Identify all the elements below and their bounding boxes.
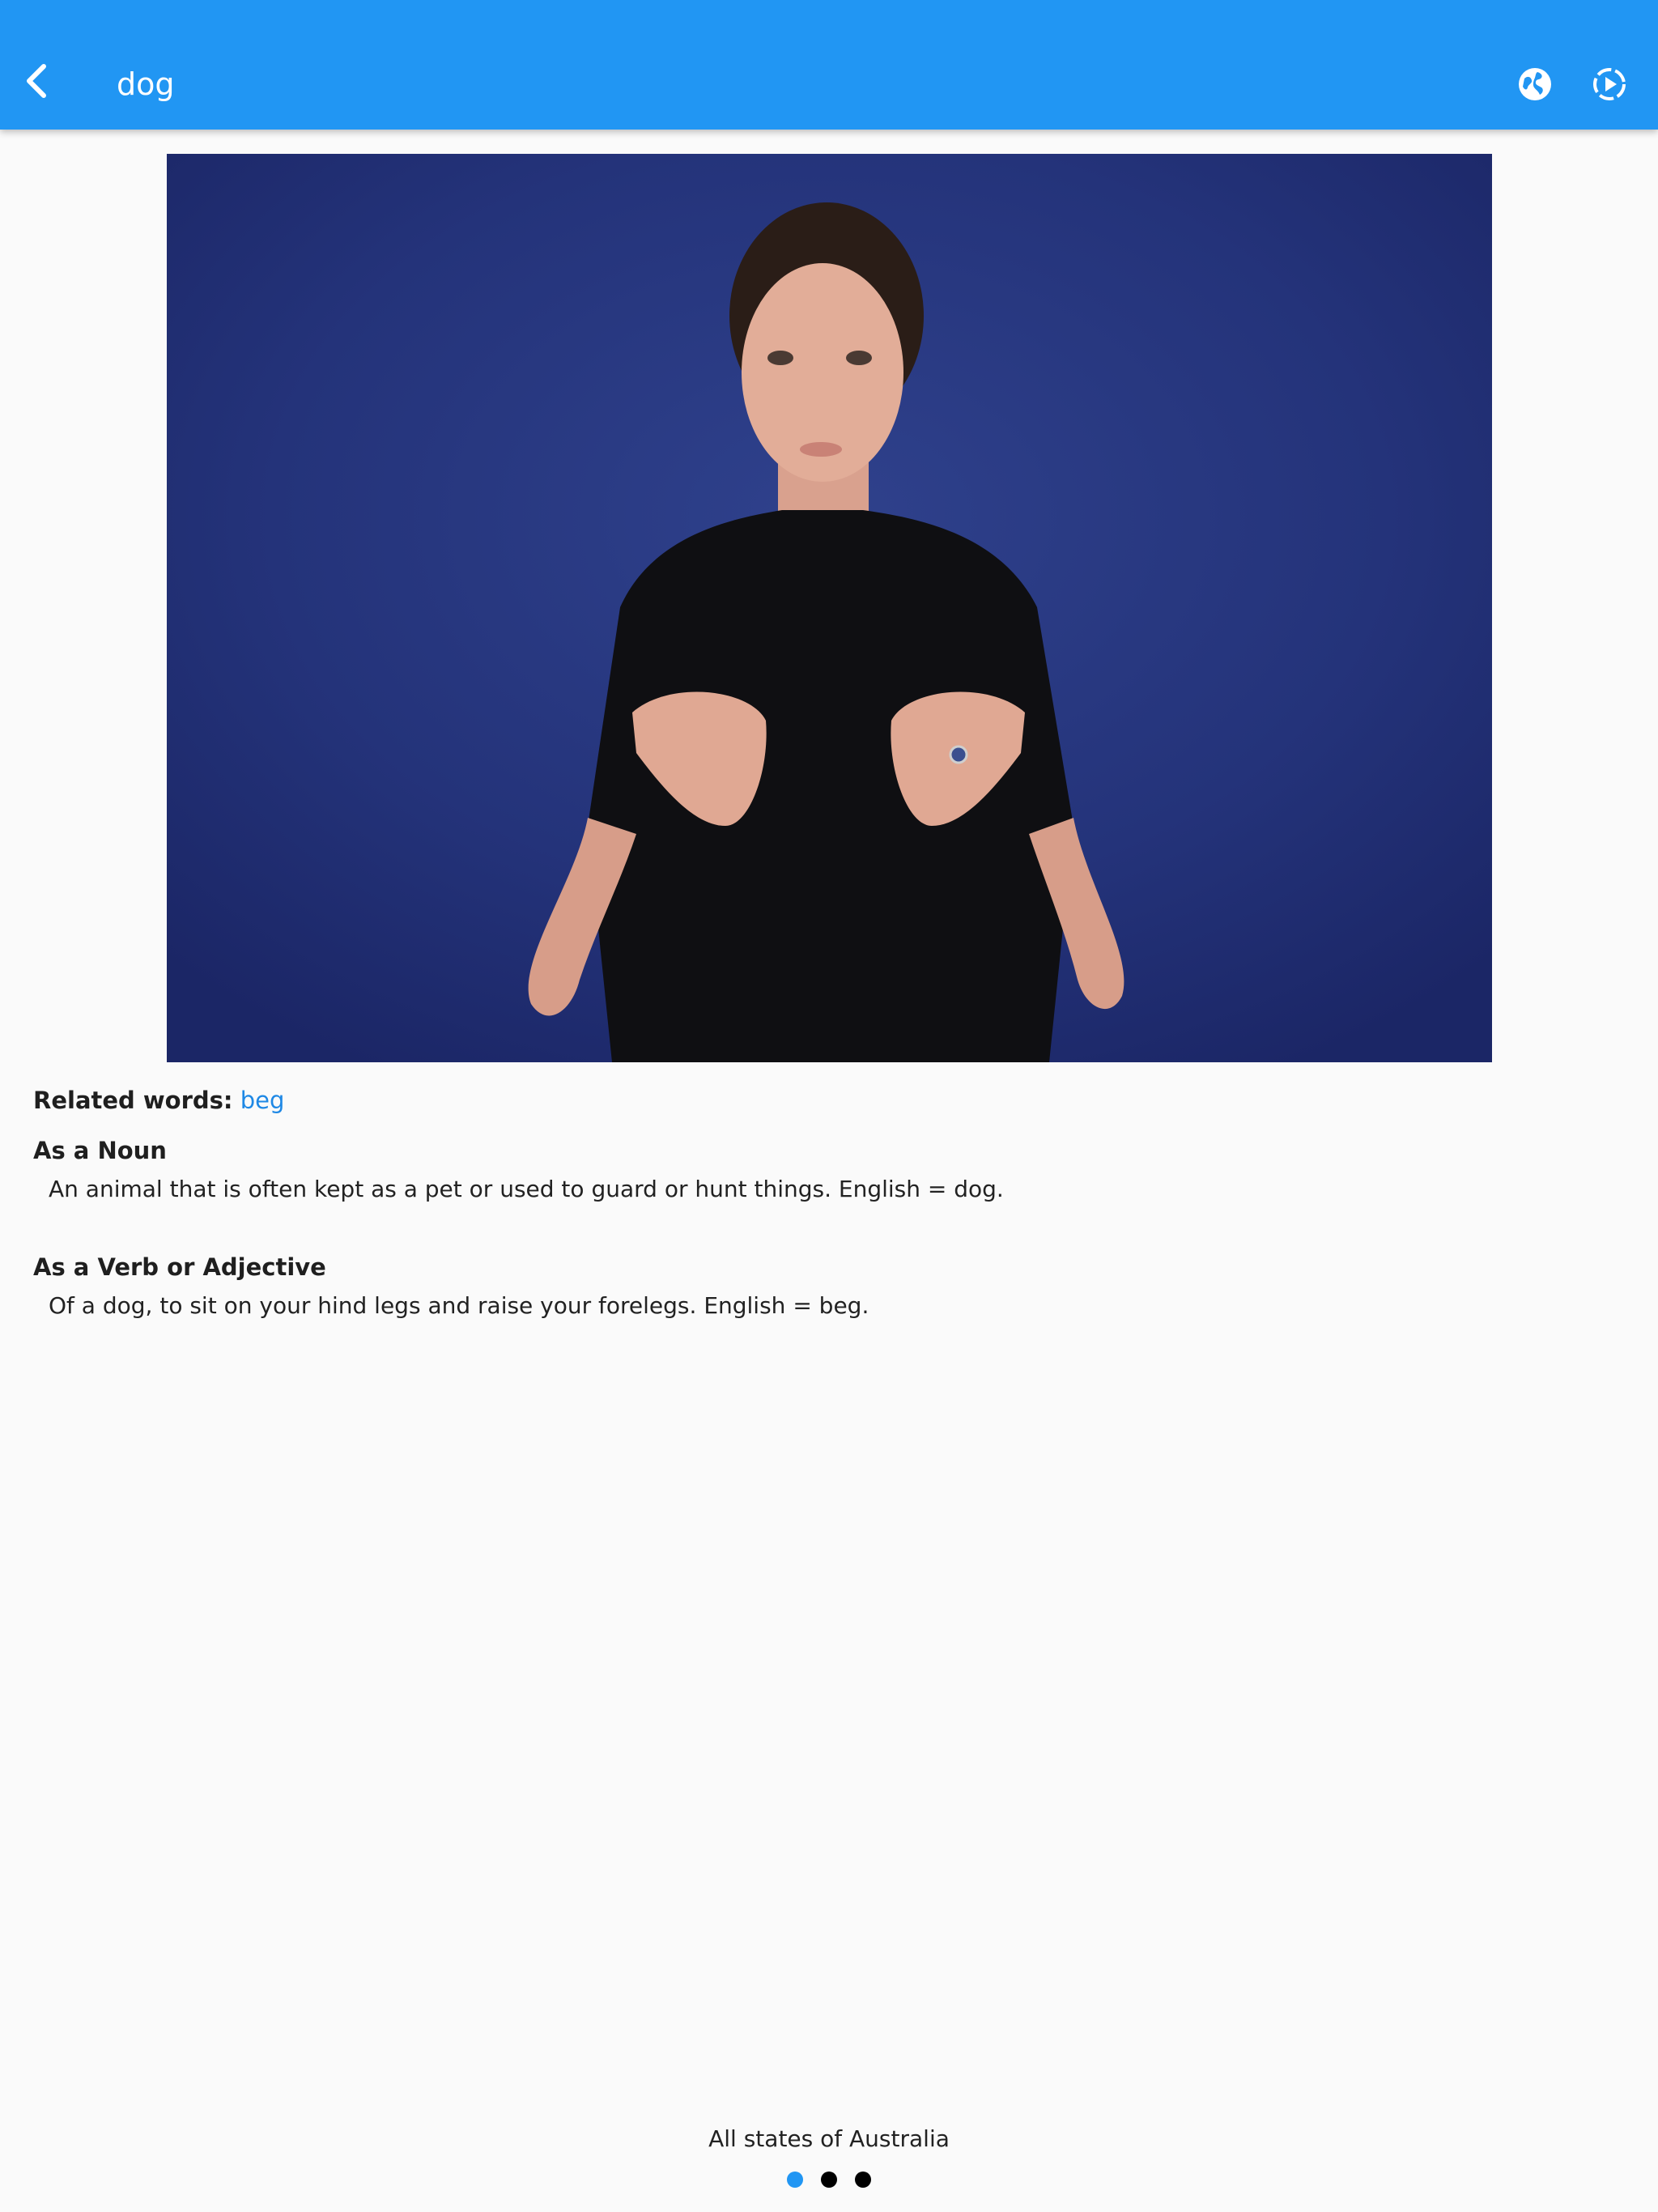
- replay-icon: [1593, 68, 1626, 100]
- page-dot-3[interactable]: [855, 2172, 871, 2188]
- sense-verb-adjective: As a Verb or Adjective Of a dog, to sit …: [33, 1250, 869, 1323]
- sense-heading: As a Verb or Adjective: [33, 1253, 326, 1281]
- page-title: dog: [117, 66, 175, 102]
- page-dot-2[interactable]: [821, 2172, 837, 2188]
- region-label: All states of Australia: [708, 2125, 950, 2152]
- sense-heading: As a Noun: [33, 1137, 167, 1164]
- chevron-left-icon: [27, 64, 46, 98]
- related-words-label: Related words:: [33, 1087, 233, 1114]
- page-dot-1[interactable]: [787, 2172, 803, 2188]
- sign-video[interactable]: [167, 154, 1492, 1062]
- signer-figure: [167, 154, 1492, 1062]
- entry-content: Related words: beg As a Noun An animal t…: [33, 1082, 1620, 1319]
- back-button[interactable]: [11, 55, 63, 107]
- region-button[interactable]: [1509, 58, 1561, 110]
- sense-definition: Of a dog, to sit on your hind legs and r…: [49, 1292, 869, 1319]
- sense-definition: An animal that is often kept as a pet or…: [49, 1176, 1004, 1202]
- globe-icon: [1519, 68, 1551, 100]
- app-bar: dog: [0, 0, 1658, 130]
- related-word-link[interactable]: beg: [240, 1087, 285, 1114]
- sense-noun: As a Noun An animal that is often kept a…: [33, 1134, 1004, 1206]
- page-indicator: [0, 2172, 1658, 2188]
- related-words: Related words: beg: [33, 1082, 1620, 1119]
- replay-button[interactable]: [1584, 58, 1635, 110]
